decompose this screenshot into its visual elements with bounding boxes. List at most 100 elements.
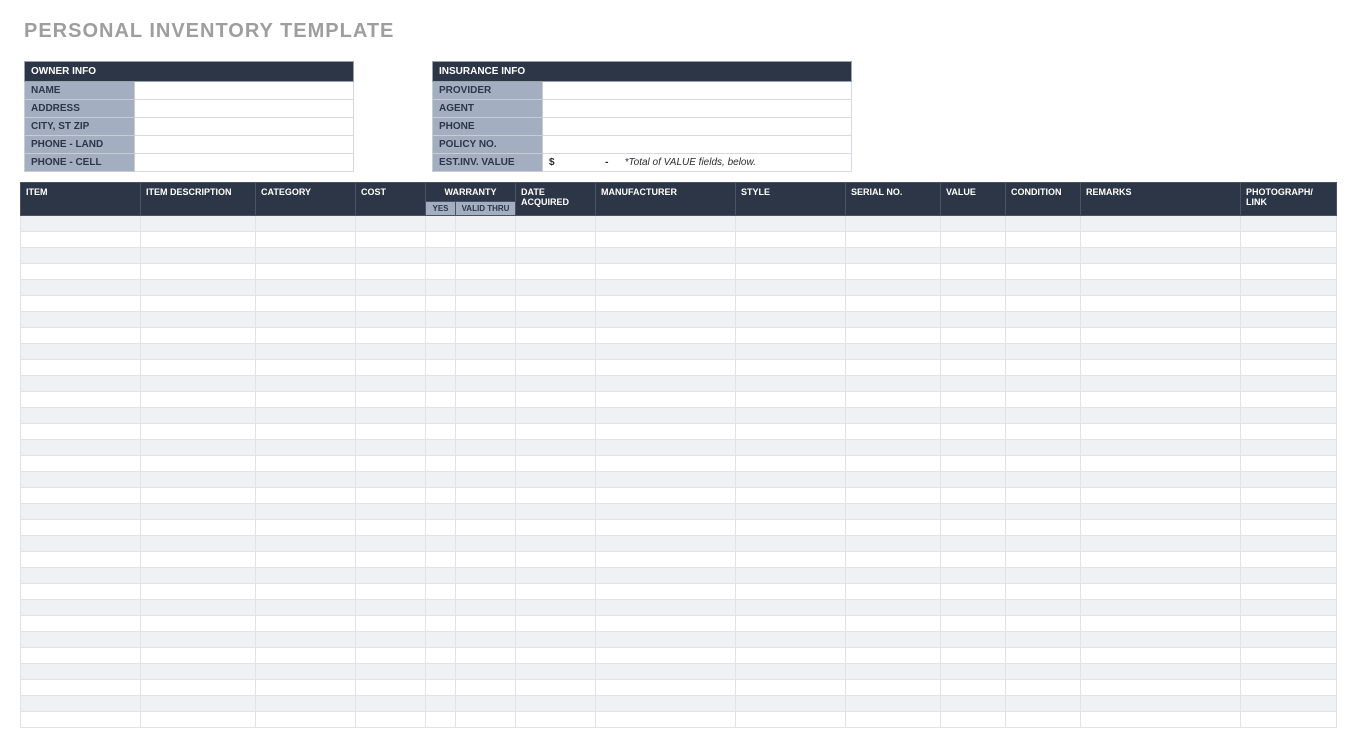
table-cell[interactable] xyxy=(141,344,256,360)
table-cell[interactable] xyxy=(1081,712,1241,728)
table-cell[interactable] xyxy=(456,488,516,504)
table-cell[interactable] xyxy=(736,408,846,424)
table-cell[interactable] xyxy=(356,680,426,696)
table-cell[interactable] xyxy=(1241,568,1337,584)
table-cell[interactable] xyxy=(596,680,736,696)
table-cell[interactable] xyxy=(256,488,356,504)
table-cell[interactable] xyxy=(1006,440,1081,456)
table-cell[interactable] xyxy=(456,296,516,312)
table-cell[interactable] xyxy=(426,424,456,440)
table-cell[interactable] xyxy=(141,600,256,616)
table-cell[interactable] xyxy=(256,296,356,312)
table-cell[interactable] xyxy=(846,600,941,616)
table-cell[interactable] xyxy=(941,264,1006,280)
table-cell[interactable] xyxy=(356,248,426,264)
table-cell[interactable] xyxy=(456,536,516,552)
table-cell[interactable] xyxy=(596,504,736,520)
table-cell[interactable] xyxy=(141,456,256,472)
table-cell[interactable] xyxy=(456,456,516,472)
table-cell[interactable] xyxy=(141,248,256,264)
table-cell[interactable] xyxy=(941,632,1006,648)
table-cell[interactable] xyxy=(141,696,256,712)
table-cell[interactable] xyxy=(456,472,516,488)
table-cell[interactable] xyxy=(256,696,356,712)
table-cell[interactable] xyxy=(736,472,846,488)
table-cell[interactable] xyxy=(1006,472,1081,488)
table-cell[interactable] xyxy=(426,344,456,360)
table-cell[interactable] xyxy=(21,488,141,504)
table-cell[interactable] xyxy=(456,280,516,296)
table-cell[interactable] xyxy=(516,648,596,664)
table-cell[interactable] xyxy=(596,280,736,296)
table-cell[interactable] xyxy=(1006,264,1081,280)
table-cell[interactable] xyxy=(141,632,256,648)
table-cell[interactable] xyxy=(21,712,141,728)
table-cell[interactable] xyxy=(1241,264,1337,280)
table-cell[interactable] xyxy=(846,536,941,552)
table-cell[interactable] xyxy=(1241,376,1337,392)
table-cell[interactable] xyxy=(516,344,596,360)
table-cell[interactable] xyxy=(941,472,1006,488)
table-cell[interactable] xyxy=(736,648,846,664)
table-cell[interactable] xyxy=(516,584,596,600)
table-cell[interactable] xyxy=(1081,392,1241,408)
table-cell[interactable] xyxy=(846,712,941,728)
table-cell[interactable] xyxy=(21,440,141,456)
table-cell[interactable] xyxy=(1241,600,1337,616)
table-cell[interactable] xyxy=(356,488,426,504)
table-cell[interactable] xyxy=(426,680,456,696)
table-cell[interactable] xyxy=(356,584,426,600)
table-cell[interactable] xyxy=(456,584,516,600)
table-cell[interactable] xyxy=(1241,296,1337,312)
owner-field-value[interactable] xyxy=(135,136,354,154)
table-cell[interactable] xyxy=(941,616,1006,632)
table-cell[interactable] xyxy=(846,632,941,648)
table-cell[interactable] xyxy=(736,520,846,536)
table-cell[interactable] xyxy=(426,584,456,600)
table-cell[interactable] xyxy=(596,328,736,344)
table-cell[interactable] xyxy=(456,264,516,280)
table-cell[interactable] xyxy=(21,216,141,232)
table-cell[interactable] xyxy=(941,552,1006,568)
table-cell[interactable] xyxy=(516,280,596,296)
table-cell[interactable] xyxy=(516,600,596,616)
table-cell[interactable] xyxy=(596,600,736,616)
table-cell[interactable] xyxy=(356,632,426,648)
table-cell[interactable] xyxy=(21,648,141,664)
table-cell[interactable] xyxy=(426,568,456,584)
owner-field-value[interactable] xyxy=(135,82,354,100)
table-cell[interactable] xyxy=(426,520,456,536)
table-cell[interactable] xyxy=(846,456,941,472)
table-cell[interactable] xyxy=(426,440,456,456)
table-cell[interactable] xyxy=(1081,504,1241,520)
table-cell[interactable] xyxy=(356,472,426,488)
table-cell[interactable] xyxy=(426,376,456,392)
table-cell[interactable] xyxy=(941,664,1006,680)
table-cell[interactable] xyxy=(1081,568,1241,584)
table-cell[interactable] xyxy=(141,424,256,440)
table-cell[interactable] xyxy=(1006,280,1081,296)
table-cell[interactable] xyxy=(356,712,426,728)
table-cell[interactable] xyxy=(516,552,596,568)
table-cell[interactable] xyxy=(426,600,456,616)
table-cell[interactable] xyxy=(141,408,256,424)
table-cell[interactable] xyxy=(141,664,256,680)
table-cell[interactable] xyxy=(596,360,736,376)
table-cell[interactable] xyxy=(1241,536,1337,552)
table-cell[interactable] xyxy=(426,472,456,488)
table-cell[interactable] xyxy=(256,424,356,440)
table-cell[interactable] xyxy=(1006,248,1081,264)
table-cell[interactable] xyxy=(941,392,1006,408)
table-cell[interactable] xyxy=(426,312,456,328)
table-cell[interactable] xyxy=(941,568,1006,584)
table-cell[interactable] xyxy=(456,360,516,376)
table-cell[interactable] xyxy=(516,440,596,456)
table-cell[interactable] xyxy=(21,264,141,280)
table-cell[interactable] xyxy=(426,552,456,568)
table-cell[interactable] xyxy=(256,632,356,648)
table-cell[interactable] xyxy=(736,456,846,472)
table-cell[interactable] xyxy=(456,248,516,264)
table-cell[interactable] xyxy=(256,248,356,264)
table-cell[interactable] xyxy=(426,328,456,344)
table-cell[interactable] xyxy=(1006,504,1081,520)
